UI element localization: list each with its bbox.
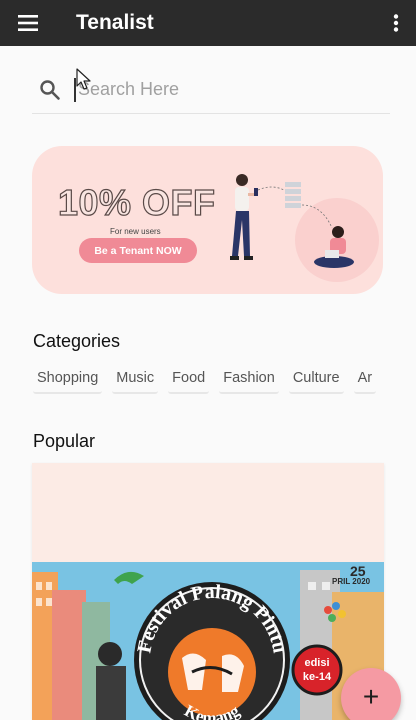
- mouse-cursor-icon: [76, 68, 92, 97]
- search-icon[interactable]: [34, 74, 66, 106]
- category-chip-shopping[interactable]: Shopping: [33, 366, 103, 394]
- search-input[interactable]: [74, 77, 354, 102]
- category-chip-culture[interactable]: Culture: [288, 366, 344, 394]
- categories-title: Categories: [33, 331, 121, 351]
- poster-date: PRIL 2020: [332, 577, 371, 586]
- plus-icon: +: [362, 680, 380, 712]
- add-fab-button[interactable]: +: [341, 668, 401, 720]
- banner-cta-button[interactable]: Be a Tenant NOW: [79, 238, 197, 263]
- app-bar: Tenalist: [0, 0, 416, 46]
- poster-badge-line1: edisi: [304, 657, 329, 669]
- banner-subtitle: For new users: [110, 227, 161, 236]
- banner-offer-text: 10% OFF: [57, 181, 216, 223]
- banner-illustration: [230, 174, 379, 282]
- event-poster-image: 25 PRIL 2020 Festival Palang Pintu Keman…: [32, 562, 384, 720]
- category-chip-art[interactable]: Ar: [353, 366, 377, 394]
- poster-badge-line2: ke-14: [303, 671, 332, 683]
- category-chip-fashion[interactable]: Fashion: [219, 366, 279, 394]
- category-chip-food[interactable]: Food: [168, 366, 210, 394]
- popular-title: Popular: [33, 431, 96, 451]
- promo-banner[interactable]: 10% OFF For new users Be a Tenant NOW: [32, 146, 383, 294]
- category-chip-music[interactable]: Music: [112, 366, 159, 394]
- app-title: Tenalist: [76, 11, 154, 34]
- category-chips: Shopping Music Food Fashion Culture Ar: [33, 366, 416, 394]
- hamburger-menu-icon[interactable]: [0, 0, 56, 46]
- popular-event-card[interactable]: 25 PRIL 2020 Festival Palang Pintu Keman…: [32, 463, 384, 720]
- more-vertical-icon[interactable]: [376, 0, 416, 46]
